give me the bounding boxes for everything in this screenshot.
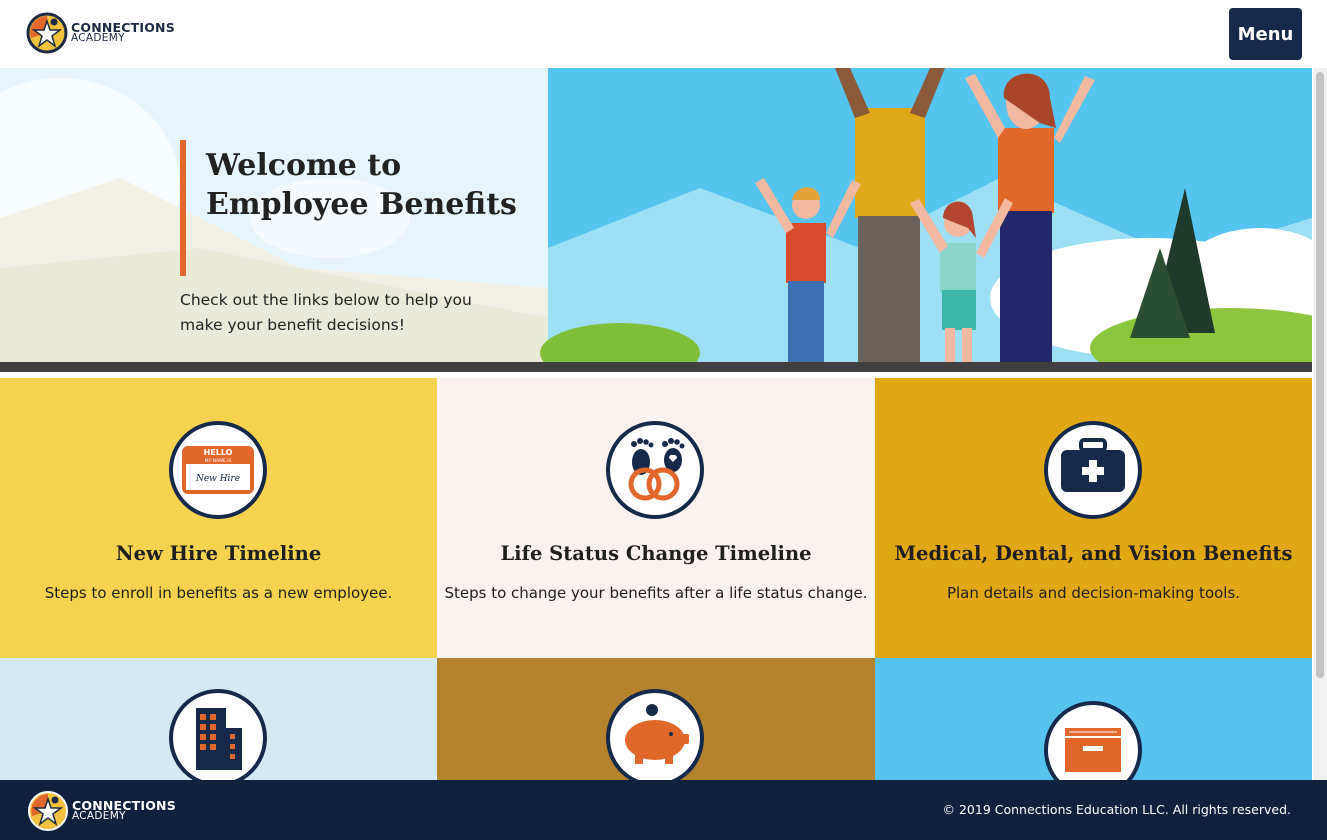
building-icon — [169, 689, 267, 780]
hero-title-accent — [180, 140, 186, 276]
name-tag-my-name-is: MY NAME IS — [205, 458, 232, 464]
tile-title: Life Status Change Timeline — [500, 542, 812, 565]
name-tag-hello: HELLO — [204, 448, 233, 457]
hero-title: Welcome to Employee Benefits — [206, 148, 517, 222]
tile-file-drawer[interactable] — [875, 658, 1312, 780]
tile-title: Medical, Dental, and Vision Benefits — [894, 542, 1293, 565]
tile-title: New Hire Timeline — [115, 542, 322, 565]
rings-footprints-icon — [606, 421, 704, 519]
site-footer: CONNECTIONS ACADEMY © 2019 Connections E… — [0, 780, 1327, 840]
tile-piggy-bank[interactable] — [437, 658, 875, 780]
scrollbar-thumb[interactable] — [1316, 72, 1324, 678]
tile-medical-dental-vision[interactable]: Medical, Dental, and Vision Benefits Pla… — [875, 378, 1312, 658]
footer-logo[interactable]: CONNECTIONS ACADEMY — [27, 790, 176, 832]
medical-kit-icon — [1044, 421, 1142, 519]
hero-divider-bar — [0, 362, 1312, 372]
site-header: CONNECTIONS ACADEMY Menu — [0, 0, 1327, 68]
star-person-logo-icon — [28, 791, 68, 831]
tile-description: Steps to change your benefits after a li… — [444, 584, 868, 602]
star-person-logo-icon — [26, 12, 68, 54]
tile-life-status-change-timeline[interactable]: Life Status Change Timeline Steps to cha… — [437, 378, 875, 658]
tile-building[interactable] — [0, 658, 437, 780]
name-tag-name: New Hire — [195, 474, 240, 484]
page-scrollbar[interactable] — [1313, 68, 1327, 780]
file-drawer-icon — [1044, 701, 1142, 780]
name-tag-icon: HELLO MY NAME IS New Hire — [169, 421, 267, 519]
copyright-text: © 2019 Connections Education LLC. All ri… — [942, 802, 1292, 817]
piggy-bank-icon — [606, 689, 704, 780]
tile-description: Plan details and decision-making tools. — [946, 584, 1241, 602]
tile-new-hire-timeline[interactable]: HELLO MY NAME IS New Hire New Hire Timel… — [0, 378, 437, 658]
menu-button[interactable]: Menu — [1229, 8, 1302, 60]
tile-description: Steps to enroll in benefits as a new emp… — [44, 584, 393, 602]
connections-academy-logo[interactable]: CONNECTIONS ACADEMY — [26, 12, 175, 54]
hero-subtitle: Check out the links below to help you ma… — [180, 291, 472, 334]
